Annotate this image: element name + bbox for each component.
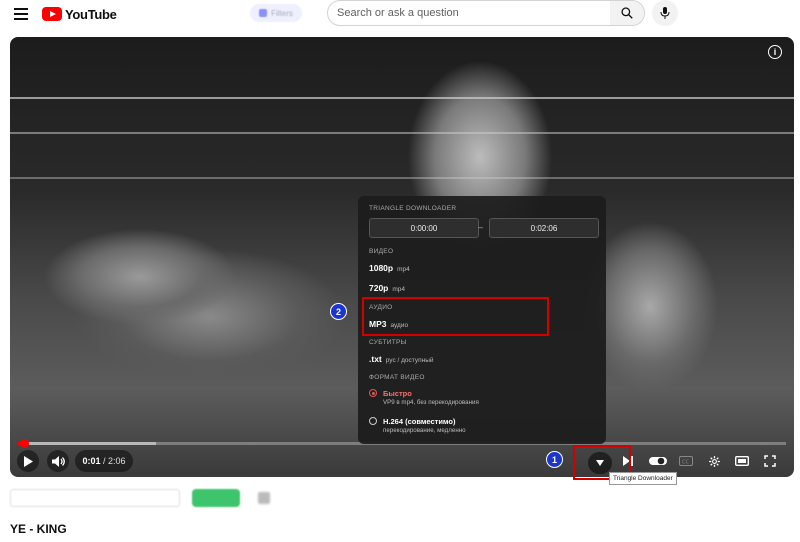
video-title: YE - KING <box>10 522 67 536</box>
fullscreen-button[interactable] <box>762 451 778 471</box>
time-separator: / <box>100 456 108 466</box>
format-fast-label[interactable]: Быстро <box>383 389 412 398</box>
search-icon <box>621 7 633 19</box>
start-time-input[interactable]: 0:00:00 <box>369 218 479 238</box>
option-sub: mp4 <box>392 286 406 293</box>
format-h264-radio[interactable] <box>369 417 377 425</box>
volume-button[interactable] <box>47 450 69 472</box>
duration: 2:06 <box>108 456 126 466</box>
buffered-bar <box>18 442 157 445</box>
theater-icon <box>735 456 749 466</box>
autoplay-toggle[interactable] <box>648 451 668 471</box>
option-sub: рус / доступный <box>385 357 434 364</box>
current-time: 0:01 <box>82 456 101 466</box>
settings-button[interactable] <box>706 451 722 471</box>
extension-icon[interactable] <box>258 492 270 504</box>
subtitles-option-txt[interactable]: .txt рус / доступный <box>369 354 434 364</box>
play-button[interactable] <box>17 450 39 472</box>
microphone-icon <box>660 7 670 19</box>
search-button[interactable] <box>610 1 644 25</box>
chip-icon <box>259 9 268 17</box>
format-fast-desc: VP9 в mp4, без перекодирования <box>383 399 479 406</box>
logo-text: YouTube <box>65 6 117 22</box>
filter-chip[interactable]: Filters <box>250 4 302 22</box>
step-1-badge: 1 <box>546 451 563 468</box>
cc-icon: CC <box>679 456 693 466</box>
format-section-label: ФОРМАТ ВИДЕО <box>369 374 425 381</box>
ring-rope <box>10 97 794 99</box>
scrubber-handle[interactable] <box>20 439 29 448</box>
time-display: 0:01 / 2:06 <box>75 450 133 472</box>
video-option-720p[interactable]: 720p mp4 <box>369 283 405 293</box>
downloader-tooltip: Triangle Downloader <box>609 472 677 485</box>
option-label: 720p <box>369 283 389 293</box>
chip-label: Filters <box>271 8 293 18</box>
toggle-icon <box>649 457 667 465</box>
quality-select[interactable] <box>10 489 180 507</box>
mp3-highlight-box <box>362 297 549 336</box>
subtitles-section-label: СУБТИТРЫ <box>369 339 407 346</box>
theater-mode-button[interactable] <box>734 451 750 471</box>
volume-icon <box>51 455 65 467</box>
svg-text:CC: CC <box>682 460 689 466</box>
ring-rope <box>10 177 794 179</box>
video-section-label: ВИДЕО <box>369 248 394 255</box>
menu-title: TRIANGLE DOWNLOADER <box>369 205 457 212</box>
end-time-input[interactable]: 0:02:06 <box>489 218 599 238</box>
gear-icon <box>708 455 720 467</box>
download-action-button[interactable] <box>192 489 240 507</box>
top-bar: YouTube Filters Search or ask a question <box>0 0 800 30</box>
option-label: 1080p <box>369 263 394 273</box>
menu-icon[interactable] <box>14 8 28 20</box>
step-2-badge: 2 <box>330 303 347 320</box>
format-fast-radio[interactable] <box>369 389 377 397</box>
format-h264-desc: перекодирование, медленно <box>383 427 466 434</box>
video-option-1080p[interactable]: 1080p mp4 <box>369 263 410 273</box>
search-input[interactable]: Search or ask a question <box>337 7 459 19</box>
subtitles-button[interactable]: CC <box>678 451 694 471</box>
youtube-logo[interactable]: YouTube <box>42 6 117 22</box>
option-sub: mp4 <box>397 266 410 273</box>
option-label: .txt <box>369 354 382 364</box>
play-icon <box>24 455 33 467</box>
range-separator: – <box>478 222 484 232</box>
fullscreen-icon <box>764 455 776 467</box>
format-h264-label[interactable]: H.264 (совместимо) <box>383 417 455 426</box>
info-icon[interactable]: i <box>768 45 782 59</box>
voice-search-button[interactable] <box>652 0 678 26</box>
ring-rope <box>10 132 794 134</box>
youtube-play-icon <box>42 7 62 21</box>
search-box[interactable]: Search or ask a question <box>327 0 645 26</box>
